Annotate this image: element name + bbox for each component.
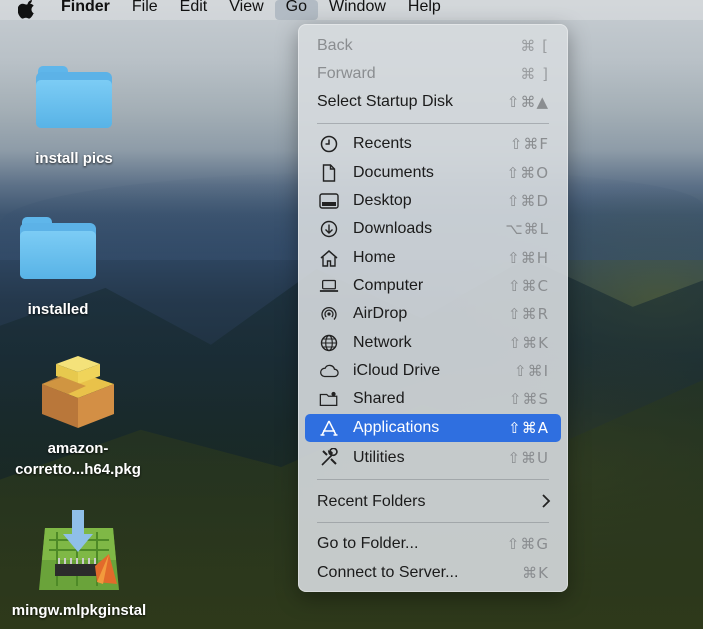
desktop-item-amazon-corretto-pkg[interactable]: amazon- corretto...h64.pkg [0,354,156,480]
menu-item-select-startup-disk[interactable]: Select Startup Disk ⇧⌘▲ [305,88,561,116]
menu-item-documents[interactable]: Documents ⇧⌘O [305,159,561,187]
menu-item-label: Documents [353,164,434,181]
menu-item-shortcut: ⇧⌘C [507,277,549,295]
desktop-item-label-line2: corretto...h64.pkg [15,461,141,478]
menu-item-label: Computer [353,277,424,294]
menu-item-label: Network [353,334,412,351]
menu-item-label: Shared [353,390,405,407]
menu-item-label: Downloads [353,220,433,237]
menu-item-recent-folders[interactable]: Recent Folders [305,488,561,516]
menu-item-shortcut: ⇧⌘O [506,164,549,182]
desktop-item-label: mingw.mlpkginstal [11,602,147,619]
menu-item-icloud-drive[interactable]: iCloud Drive ⇧⌘I [305,357,561,385]
menu-item-shortcut: ⇧⌘S [508,390,549,408]
laptop-icon [319,277,339,295]
package-icon [42,356,114,428]
menubar-file[interactable]: File [121,0,169,19]
menu-item-utilities[interactable]: Utilities ⇧⌘U [305,444,561,472]
desktop-item-mingw-installer[interactable]: mingw.mlpkginstal [0,510,158,621]
menu-item-label: Recents [353,135,412,152]
shared-folder-icon [319,390,339,408]
menu-item-back[interactable]: Back ⌘ [ [305,32,561,60]
menu-item-label: Recent Folders [317,493,426,510]
menu-item-shortcut: ⇧⌘U [507,449,549,467]
menu-item-shared[interactable]: Shared ⇧⌘S [305,385,561,413]
menu-item-label: iCloud Drive [353,362,441,379]
menu-item-shortcut: ⇧⌘D [506,192,549,210]
menu-item-label: Connect to Server... [317,564,459,581]
menu-item-downloads[interactable]: Downloads ⌥⌘L [305,215,561,243]
menubar-view[interactable]: View [218,0,274,19]
menu-item-network[interactable]: Network ⇧⌘K [305,329,561,357]
home-icon [319,249,339,267]
menu-separator [317,123,549,124]
menu-item-connect-to-server[interactable]: Connect to Server... ⌘K [305,559,561,587]
menu-separator [317,479,549,480]
menu-item-label: Home [353,249,396,266]
cloud-icon [319,362,339,380]
utilities-icon [319,448,339,467]
menu-item-shortcut: ⌥⌘L [505,220,549,238]
menu-item-shortcut: ⇧⌘F [509,135,549,153]
clock-icon [319,135,339,153]
menubar-go[interactable]: Go [274,0,318,20]
desktop-item-label-line1: amazon- [47,440,109,457]
menu-item-shortcut: ⇧⌘R [508,305,549,323]
menu-item-shortcut: ⇧⌘A [508,419,549,437]
folder-icon [36,66,112,128]
desktop-item-label: installed [27,301,89,318]
menu-item-home[interactable]: Home ⇧⌘H [305,244,561,272]
desktop-item-install-pics[interactable]: install pics [24,66,124,169]
chevron-right-icon [541,492,551,515]
menu-item-shortcut: ⌘ [ [520,37,549,55]
go-menu: Back ⌘ [ Forward ⌘ ] Select Startup Disk… [298,24,568,592]
desktop-item-installed[interactable]: installed [8,217,108,320]
menu-item-label: Applications [353,419,440,436]
menu-item-label: AirDrop [353,305,408,322]
airdrop-icon [319,305,339,323]
globe-icon [319,334,339,352]
folder-icon [20,217,96,279]
desktop-icon [319,192,339,210]
apple-icon[interactable] [16,0,38,20]
desktop-item-label: install pics [35,150,113,167]
menu-item-shortcut: ⌘ ] [520,65,549,83]
menu-item-label: Go to Folder... [317,535,419,552]
menubar-edit[interactable]: Edit [169,0,219,19]
menu-item-label: Utilities [353,449,405,466]
menu-item-forward[interactable]: Forward ⌘ ] [305,60,561,88]
menu-item-label: Desktop [353,192,412,209]
menu-item-applications[interactable]: Applications ⇧⌘A [305,414,561,442]
menubar-finder[interactable]: Finder [50,0,121,19]
menu-item-recents[interactable]: Recents ⇧⌘F [305,130,561,158]
menu-item-shortcut: ⇧⌘▲ [506,93,549,111]
menu-item-label: Forward [317,65,376,82]
menu-item-label: Back [317,37,353,54]
menu-item-desktop[interactable]: Desktop ⇧⌘D [305,187,561,215]
menu-item-shortcut: ⇧⌘G [506,535,549,553]
menu-item-airdrop[interactable]: AirDrop ⇧⌘R [305,300,561,328]
menu-bar: Finder File Edit View Go Window Help [0,0,703,20]
menu-item-computer[interactable]: Computer ⇧⌘C [305,272,561,300]
menu-item-shortcut: ⌘K [522,564,549,582]
installer-icon [39,510,119,590]
menubar-window[interactable]: Window [318,0,397,19]
menubar-help[interactable]: Help [397,0,452,19]
download-icon [319,220,339,238]
menu-item-shortcut: ⇧⌘K [508,334,549,352]
menu-item-go-to-folder[interactable]: Go to Folder... ⇧⌘G [305,530,561,558]
menu-separator [317,522,549,523]
applications-icon [319,419,339,437]
menu-item-label: Select Startup Disk [317,93,454,110]
menu-item-shortcut: ⇧⌘I [514,362,549,380]
menu-item-shortcut: ⇧⌘H [507,249,549,267]
document-icon [319,164,339,182]
